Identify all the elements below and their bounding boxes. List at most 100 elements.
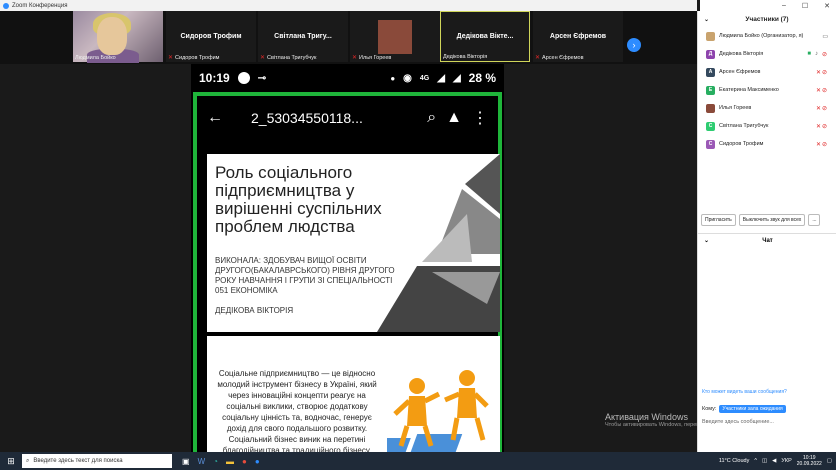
participants-actions: Пригласить Выключить звук для всех ... [701, 214, 821, 226]
side-panel: ⌄ Участники (7) Людмила Бойко (Организат… [697, 11, 836, 452]
drive-add-icon[interactable]: ▲ [446, 109, 462, 127]
participant-row[interactable]: С Світлана Тригубчук ✕⊘ [698, 117, 836, 135]
tile-label: Сидоров Трофим [175, 54, 220, 61]
chevron-down-icon[interactable]: ⌄ [704, 16, 709, 23]
participant-name: Илья Гореев [719, 105, 752, 111]
close-button[interactable]: ✕ [824, 2, 830, 10]
document-view: Роль соціального підприємництва у виріше… [197, 140, 500, 470]
participant-row[interactable]: Людмила Бойко (Организатор, я) ▭ [698, 27, 836, 45]
video-tile-arsen[interactable]: Арсен Єфремов ✕ Арсен Єфремов [533, 11, 623, 62]
taskbar-clock[interactable]: 10:19 20.09.2022 [797, 455, 822, 467]
video-tile-illya[interactable]: ✕ Илья Гореев [350, 11, 440, 62]
chat-visibility-link[interactable]: Кто может видеть ваши сообщения? [702, 389, 787, 395]
slide-1: Роль соціального підприємництва у виріше… [207, 154, 500, 332]
edge-icon[interactable]: ◔ [213, 457, 218, 466]
mic-muted-icon: ✕ [535, 55, 541, 61]
participant-row[interactable]: Е Екатерина Максименко ✕⊘ [698, 81, 836, 99]
window-titlebar: Zoom Конференция [0, 0, 697, 11]
mic-off-icon: ✕⊘ [815, 87, 828, 94]
explorer-icon[interactable]: ▬ [226, 457, 234, 466]
chevron-right-icon: › [632, 40, 636, 50]
tile-display-name: Арсен Єфремов [549, 33, 607, 40]
shared-screen: 10:19 ⊸ ● ◉ 4G ◢ ◢ 28 % ← 2_53034550118.… [191, 64, 504, 470]
participant-name: Людмила Бойко (Организатор, я) [719, 33, 804, 39]
tile-name: Людмила Бойко [75, 55, 116, 61]
next-page-button[interactable]: › [627, 38, 641, 52]
tile-display-name: Сидоров Трофим [180, 33, 242, 40]
participant-name: Сидоров Трофим [719, 141, 764, 147]
file-title: 2_53034550118... [251, 110, 363, 126]
window-controls: – ☐ ✕ [700, 0, 836, 11]
video-tile-sydorov[interactable]: Сидоров Трофим ✕ Сидоров Трофим [166, 11, 256, 62]
video-tile-dedikova[interactable]: Дедікова Вікте... Дедікова Вікторія [440, 11, 530, 62]
task-view-icon[interactable]: ▣ [182, 457, 190, 466]
viewer-appbar: ← 2_53034550118... ⌕ ▲ ⋮ [197, 96, 498, 140]
slide-author: Дедікова Вікторія [215, 306, 294, 315]
participant-name: Арсен Єфремов [719, 69, 761, 75]
minimize-button[interactable]: – [782, 2, 786, 9]
search-doc-icon[interactable]: ⌕ [427, 109, 436, 127]
video-gallery: Людмила Бойко Сидоров Трофим ✕ Сидоров Тр… [0, 11, 697, 64]
back-arrow-icon[interactable]: ← [207, 109, 223, 127]
mic-off-icon: ✕⊘ [815, 123, 828, 130]
chat-input[interactable]: Введите здесь сообщение... [702, 419, 774, 425]
window-title: Zoom Конференция [12, 2, 68, 9]
search-placeholder: Введите здесь текст для поиска [33, 458, 123, 464]
mic-muted-icon: ✕ [260, 55, 266, 61]
phone-statusbar: 10:19 ⊸ ● ◉ 4G ◢ ◢ 28 % [191, 64, 504, 92]
tile-label: Світлана Тригубчук [267, 54, 317, 61]
video-icon: ▭ [822, 33, 828, 40]
language[interactable]: УКР [781, 458, 791, 464]
windows-start-icon[interactable]: ⊞ [0, 456, 22, 467]
participant-name: Екатерина Максименко [719, 87, 779, 93]
participant-row[interactable]: А Арсен Єфремов ✕⊘ [698, 63, 836, 81]
video-tile-lyudmila[interactable]: Людмила Бойко [73, 11, 163, 63]
more-button[interactable]: ... [808, 214, 821, 226]
tile-label: Дедікова Вікторія [443, 54, 488, 60]
word-icon[interactable]: W [198, 457, 206, 466]
chevron-down-icon[interactable]: ⌄ [704, 237, 709, 244]
participant-row[interactable]: С Сидоров Трофим ✕⊘ [698, 135, 836, 153]
slide-2: Соціальне підприємництво — це відносно м… [207, 336, 500, 470]
video-tile-svitlana[interactable]: Світлана Тригу... ✕ Світлана Тригубчук [258, 11, 348, 62]
mic-off-icon: ✕⊘ [815, 69, 828, 76]
more-vert-icon[interactable]: ⋮ [472, 108, 488, 128]
participant-row[interactable]: Д Дедікова Вікторія ■ ♪ ⊘ [698, 45, 836, 63]
zoom-logo-icon [3, 2, 9, 9]
tile-display-name: Дедікова Вікте... [456, 33, 514, 40]
participant-row[interactable]: Илья Гореев ✕⊘ [698, 99, 836, 117]
participants-title: Участники (7) [745, 15, 789, 23]
avatar [706, 31, 715, 41]
avatar: С [706, 121, 715, 131]
mic-muted-icon: ✕ [168, 55, 174, 61]
tile-label: Арсен Єфремов [542, 54, 584, 61]
taskbar-search[interactable]: ⌕ Введите здесь текст для поиска [22, 454, 172, 468]
participant-name: Світлана Тригубчук [719, 123, 769, 129]
avatar [706, 103, 715, 113]
network-type: 4G [419, 74, 430, 82]
chrome-icon[interactable]: ● [242, 457, 247, 466]
zoom-icon[interactable]: ● [255, 457, 260, 466]
mic-off-icon: ✕⊘ [815, 105, 828, 112]
avatar [378, 19, 412, 54]
notifications-icon[interactable]: ▢ [827, 458, 832, 464]
tray-up-icon[interactable]: ^ [754, 458, 757, 464]
avatar: Д [706, 49, 715, 59]
weather[interactable]: 11°C Cloudy [719, 458, 750, 464]
avatar: А [706, 67, 715, 77]
circle-icon [237, 72, 250, 84]
taskbar-apps: ▣ W ◔ ▬ ● ● [182, 457, 260, 466]
avatar: С [706, 139, 715, 149]
invite-button[interactable]: Пригласить [701, 214, 736, 226]
volume-icon[interactable]: ◀ [772, 458, 776, 464]
chat-title: Чат [762, 237, 773, 244]
chat-recipient-dropdown[interactable]: Участники зала ожидания [719, 405, 786, 413]
maximize-button[interactable]: ☐ [802, 2, 808, 10]
tile-display-name: Світлана Тригу... [274, 33, 332, 40]
mic-icon: ♪ [814, 51, 818, 57]
screen-share-icon: ■ [807, 51, 811, 57]
mute-all-button[interactable]: Выключить звук для всех [738, 214, 806, 226]
participants-list: Людмила Бойко (Организатор, я) ▭ Д Дедік… [698, 27, 836, 153]
network-icon[interactable]: ◫ [762, 458, 767, 464]
key-icon: ⊸ [257, 72, 267, 84]
